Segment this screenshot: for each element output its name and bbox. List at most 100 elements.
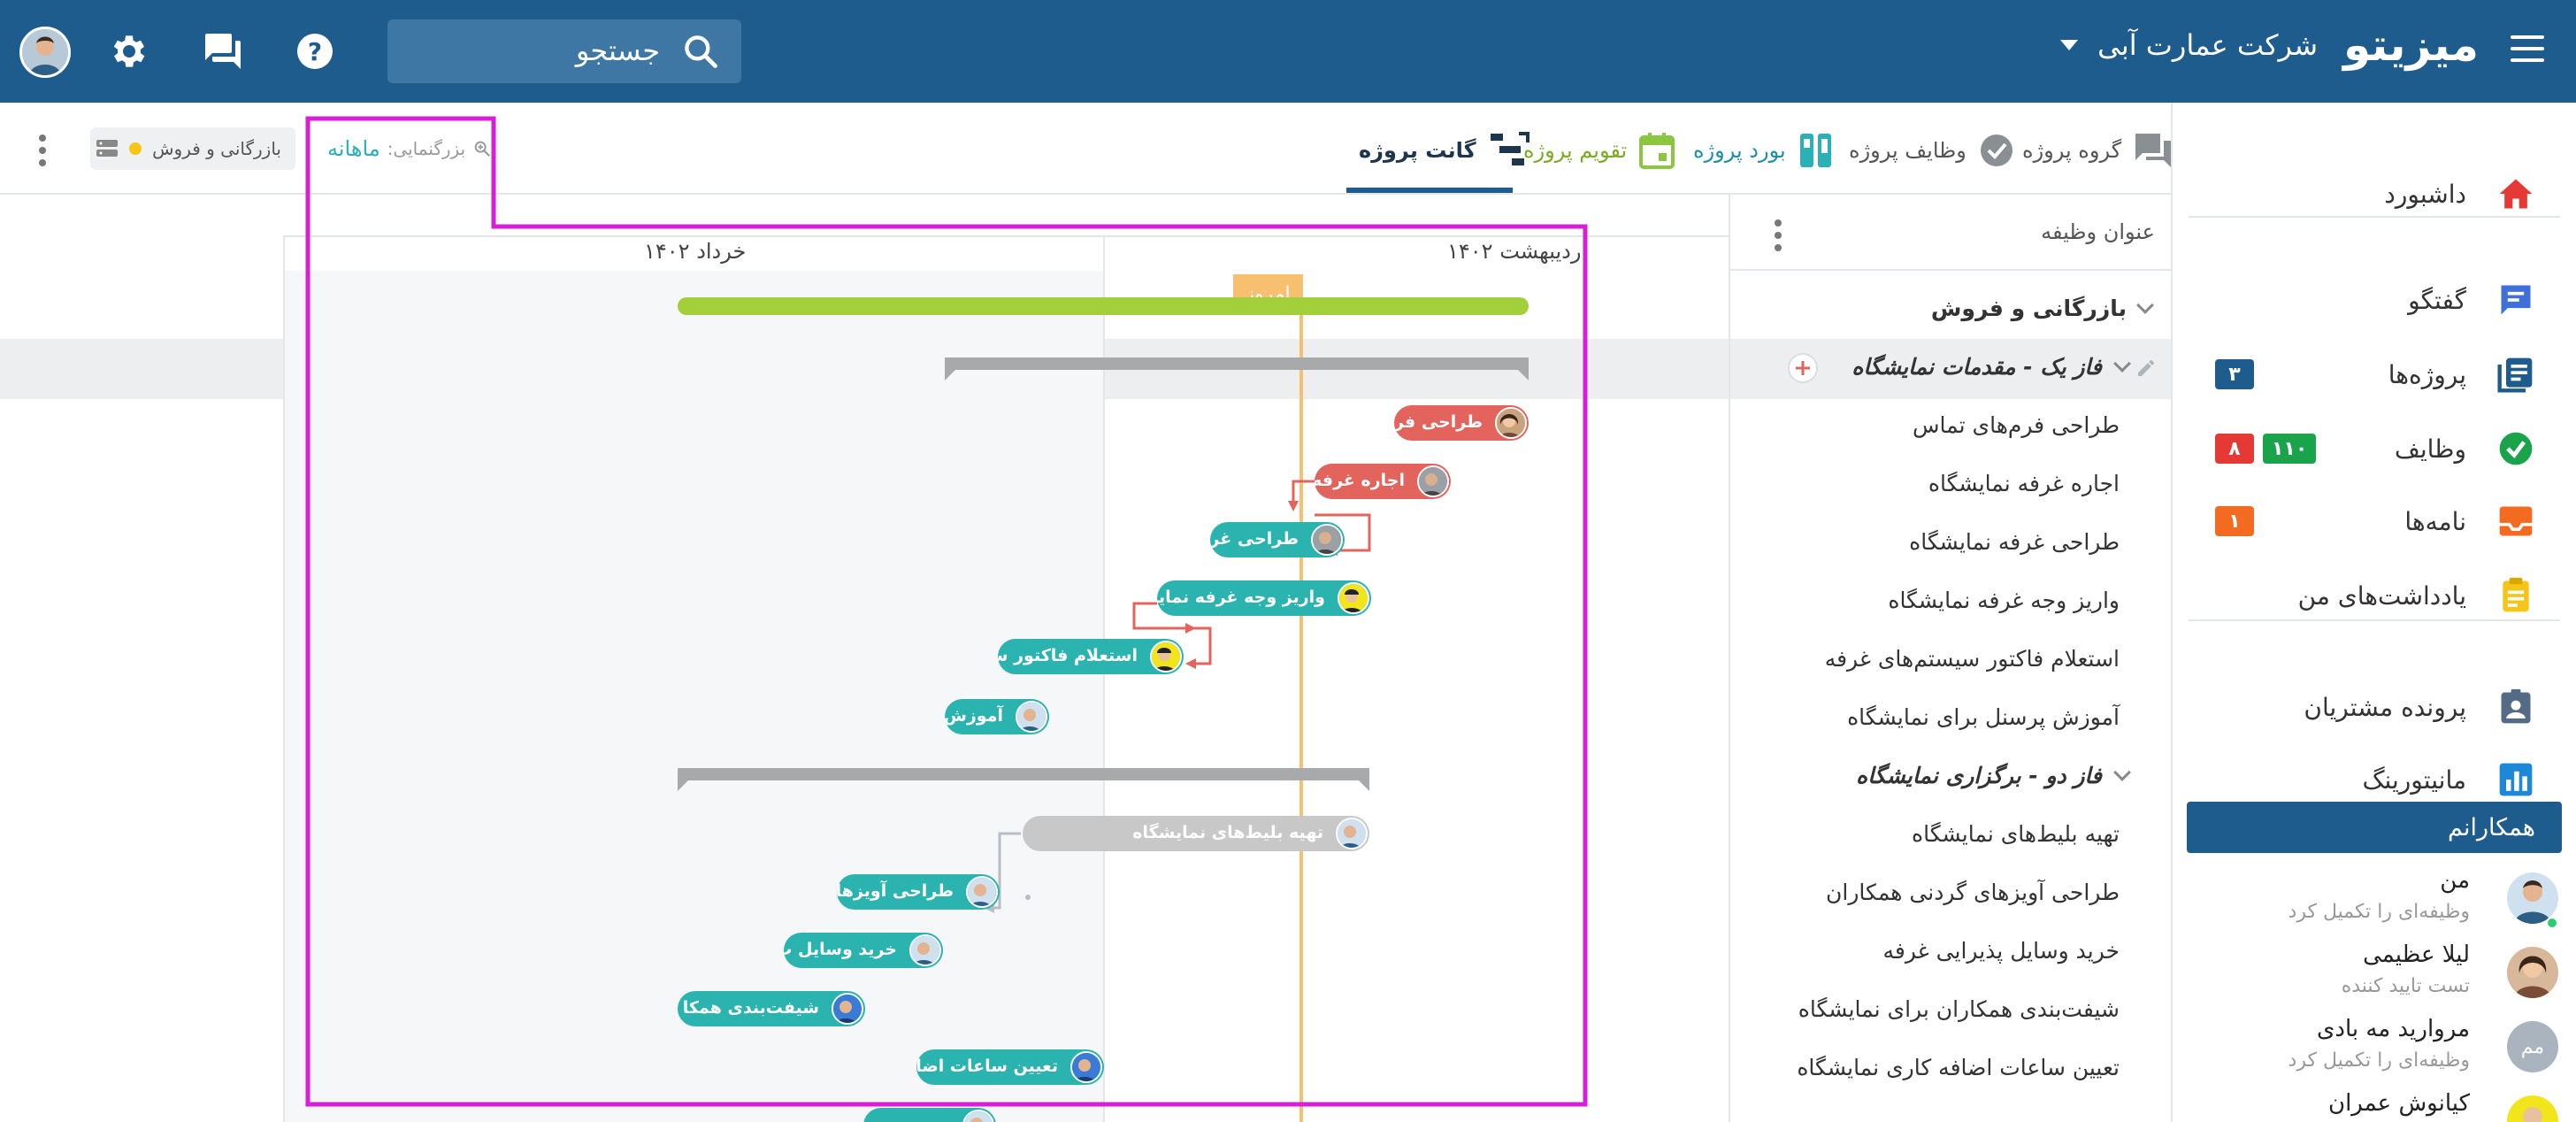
tab-project-group[interactable]: گروه پروژه	[2022, 127, 2173, 173]
task-row-label: آموزش پرسنل برای نمایشگاه	[1847, 704, 2120, 730]
avatar	[1070, 1051, 1102, 1083]
chevron-down-icon[interactable]	[2113, 355, 2131, 373]
avatar	[966, 876, 998, 908]
task-row-label: استعلام فاکتور سیستم‌های غرفه	[1824, 646, 2120, 672]
chevron-down-icon[interactable]	[2113, 764, 2131, 781]
team-section-header[interactable]: همکارانم	[2187, 802, 2562, 853]
task-bar-label: تهیه بلیط‌های نمایشگاه	[1132, 823, 1323, 842]
task-row[interactable]: آموزش پرسنل برای نمایشگاه	[1730, 690, 2173, 749]
company-name: شرکت عمارت آبی	[2097, 28, 2318, 62]
chevron-down-icon[interactable]	[2136, 296, 2154, 314]
task-bar[interactable]: استعلام فاکتور س	[998, 639, 1184, 674]
tab-tasks[interactable]: وظایف پروژه	[1849, 127, 2014, 173]
team-member[interactable]: کیانوش عمران	[2173, 1087, 2576, 1122]
task-row[interactable]: واریز وجه غرفه نمایشگاه	[1730, 573, 2173, 632]
online-status-icon	[2546, 917, 2558, 929]
project-filter-chip[interactable]: بازرگانی و فروش	[90, 127, 295, 170]
task-bar-label: آموزش	[945, 706, 1003, 726]
sidebar-item-letters[interactable]: نامه‌ها ۱	[2173, 490, 2576, 552]
task-row[interactable]: اجاره غرفه نمایشگاه	[1730, 457, 2173, 515]
group-row[interactable]: فاز دو - برگزاری نمایشگاه	[1730, 749, 2173, 807]
settings-button[interactable]	[104, 27, 154, 76]
task-row[interactable]: طراحی غرفه نمایشگاه	[1730, 515, 2173, 573]
sidebar-item-label: گفتگو	[2408, 285, 2466, 315]
task-row[interactable]: تهیه بلیط‌های نمایشگاه	[1730, 807, 2173, 865]
task-bar[interactable]: خرید وسایل پ	[784, 933, 943, 968]
task-bar[interactable]: شیفت‌بندی همکا	[678, 991, 865, 1026]
task-bar[interactable]: اجاره غرفه	[1315, 464, 1451, 499]
tab-tasks-label: وظایف پروژه	[1849, 138, 1966, 163]
chat-icon	[2501, 285, 2531, 315]
team-member[interactable]: من وظیفه‌ای را تکمیل کرد	[2173, 864, 2576, 938]
main-sidebar: داشبورد گفتگو پروژه‌ها ۳ وظایف ۱۱۰ ۸ نام…	[2171, 103, 2576, 1122]
task-bar[interactable]: تعیین ساعات اضا	[916, 1049, 1104, 1085]
sidebar-item-projects[interactable]: پروژه‌ها ۳	[2173, 343, 2576, 405]
sidebar-item-tasks[interactable]: وظایف ۱۱۰ ۸	[2173, 418, 2576, 480]
tab-calendar-label: تقویم پروژه	[1523, 138, 1628, 163]
avatar	[2507, 947, 2558, 998]
help-button[interactable]: ?	[290, 27, 340, 76]
tab-gantt[interactable]: گانت پروژه	[1359, 127, 1530, 173]
task-bar-label: خرید وسایل پ	[784, 940, 897, 959]
user-avatar[interactable]	[19, 27, 71, 78]
task-bar-label: اجاره غرفه	[1315, 471, 1405, 490]
task-bar-label: شیفت‌بندی همکا	[682, 998, 819, 1018]
task-row[interactable]: خرید وسایل پذیرایی غرفه	[1730, 924, 2173, 982]
add-task-button[interactable]	[1787, 352, 1819, 384]
status-dot-icon	[129, 142, 142, 155]
tab-calendar[interactable]: تقویم پروژه	[1523, 127, 1675, 173]
count-badge: ۸	[2215, 434, 2254, 464]
more-options-icon[interactable]	[37, 134, 48, 173]
project-row[interactable]: بازرگانی و فروش	[1730, 281, 2173, 340]
team-member[interactable]: مم مروارید مه بادی وظیفه‌ای را تکمیل کرد	[2173, 1012, 2576, 1087]
task-bar[interactable]	[863, 1108, 996, 1122]
gantt-chart: اردیبهشت ۱۴۰۲ خرداد ۱۴۰۲ امروز طراحی فر …	[0, 195, 1729, 1122]
project-row-label: بازرگانی و فروش	[1930, 296, 2127, 321]
column-options-icon[interactable]	[1773, 219, 1783, 255]
tab-gantt-label: گانت پروژه	[1359, 138, 1476, 163]
avatar	[1311, 524, 1343, 556]
sidebar-item-customers[interactable]: پرونده مشتریان	[2173, 676, 2576, 738]
task-bar[interactable]: واریز وجه غرفه نمایش	[1157, 580, 1371, 616]
task-row-label: طراحی آویزهای گردنی همکاران	[1826, 880, 2120, 905]
task-row[interactable]: طراحی آویزهای گردنی همکاران	[1730, 865, 2173, 924]
task-bar[interactable]: طراحی فره	[1394, 405, 1529, 441]
avatar	[909, 934, 941, 966]
avatar	[1016, 701, 1047, 733]
avatar	[1495, 407, 1527, 439]
count-badge: ۳	[2215, 359, 2254, 389]
projects-icon	[2497, 357, 2533, 393]
brand-logo[interactable]: میزیتو	[2343, 19, 2479, 71]
sidebar-item-notes[interactable]: یادداشت‌های من	[2173, 565, 2576, 626]
group-row[interactable]: فاز یک - مقدمات نمایشگاه	[1730, 340, 2173, 398]
avatar	[832, 993, 863, 1025]
project-group-icon	[2135, 134, 2172, 167]
edit-icon[interactable]	[2135, 357, 2157, 379]
zoom-label: بزرگنمایی:	[387, 138, 466, 159]
member-status: وظیفه‌ای را تکمیل کرد	[2288, 1049, 2470, 1072]
search-input[interactable]: جستجو	[387, 19, 741, 83]
sidebar-item-label: وظایف	[2394, 434, 2466, 464]
messages-button[interactable]	[198, 27, 248, 76]
sidebar-item-chat[interactable]: گفتگو	[2173, 269, 2576, 331]
letters-icon	[2499, 506, 2533, 536]
company-selector[interactable]: شرکت عمارت آبی	[2060, 28, 2318, 62]
zoom-selector[interactable]: بزرگنمایی: ماهانه	[327, 136, 492, 161]
task-row[interactable]: تعیین ساعات اضافه کاری نمایشگاه	[1730, 1041, 2173, 1099]
task-bar[interactable]: طراحی غرا	[1210, 522, 1345, 557]
member-name: لیلا عظیمی	[2363, 941, 2470, 968]
sidebar-item-label: داشبورد	[2384, 179, 2466, 209]
task-row[interactable]: استعلام فاکتور سیستم‌های غرفه	[1730, 632, 2173, 690]
task-bar-label: تعیین ساعات اضا	[916, 1057, 1058, 1076]
task-bar[interactable]: تهیه بلیط‌های نمایشگاه	[1023, 816, 1369, 851]
task-row[interactable]: شیفت‌بندی همکاران برای نمایشگاه	[1730, 982, 2173, 1041]
task-bar-label: طراحی آویزهای	[837, 881, 954, 901]
task-row[interactable]: طراحی فرم‌های تماس	[1730, 398, 2173, 457]
task-bar[interactable]: طراحی آویزهای	[837, 874, 1000, 910]
count-badge: ۱	[2215, 506, 2254, 536]
team-member[interactable]: لیلا عظیمی تست تایید کننده	[2173, 938, 2576, 1012]
task-bar[interactable]: آموزش	[945, 699, 1049, 734]
task-row-label: تعیین ساعات اضافه کاری نمایشگاه	[1797, 1055, 2120, 1080]
menu-button[interactable]	[2511, 35, 2544, 62]
tab-board[interactable]: بورد پروژه	[1693, 127, 1834, 173]
